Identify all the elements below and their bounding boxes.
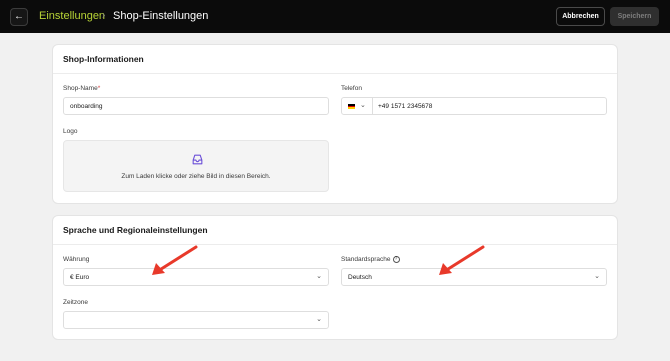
page-title: Shop-Einstellungen	[113, 10, 209, 22]
de-flag-icon[interactable]	[348, 104, 355, 109]
breadcrumb-separator-icon: ›	[102, 10, 106, 21]
phone-field[interactable]: ⌄ +49 1571 2345678	[341, 97, 607, 115]
chevron-down-icon: ⌄	[316, 316, 322, 323]
currency-label: Währung	[63, 256, 90, 263]
top-bar: ← Einstellungen › Shop-Einstellungen Abb…	[0, 0, 670, 33]
regional-settings-title: Sprache und Regionaleinstellungen	[63, 225, 208, 235]
cancel-button[interactable]: Abbrechen	[556, 7, 605, 26]
inbox-tray-icon	[192, 154, 203, 165]
currency-value: € Euro	[70, 274, 90, 281]
timezone-select[interactable]: ⌄	[63, 311, 329, 329]
regional-settings-card: Sprache und Regionaleinstellungen Währun…	[52, 215, 618, 340]
phone-label: Telefon	[341, 85, 362, 92]
shop-name-input[interactable]: onboarding	[63, 97, 329, 115]
save-button[interactable]: Speichern	[610, 7, 659, 26]
required-mark: *	[97, 85, 101, 92]
arrow-left-icon: ←	[14, 11, 24, 22]
divider	[53, 244, 617, 245]
shop-name-label: Shop-Name*	[63, 85, 101, 92]
timezone-label: Zeitzone	[63, 299, 88, 306]
divider	[53, 73, 617, 74]
shop-name-value: onboarding	[70, 103, 103, 110]
question-circle-icon[interactable]: ?	[392, 256, 400, 263]
annotation-arrow-icon	[152, 245, 198, 275]
phone-input[interactable]: +49 1571 2345678	[378, 103, 432, 110]
shop-info-card: Shop-Informationen Shop-Name* onboarding…	[52, 44, 618, 204]
logo-label: Logo	[63, 128, 78, 135]
shop-info-title: Shop-Informationen	[63, 54, 144, 64]
chevron-down-icon: ⌄	[316, 273, 322, 280]
chevron-down-icon[interactable]: ⌄	[360, 101, 366, 109]
chevron-down-icon: ⌄	[594, 273, 600, 280]
breadcrumb-parent-link[interactable]: Einstellungen	[39, 10, 105, 22]
annotation-arrow-icon	[439, 245, 485, 275]
language-value: Deutsch	[348, 274, 372, 281]
default-language-label: Standardsprache?	[341, 256, 400, 263]
dropzone-text: Zum Laden klicke oder ziehe Bild in dies…	[121, 173, 271, 180]
divider	[372, 98, 373, 114]
back-button[interactable]: ←	[10, 8, 28, 26]
logo-dropzone[interactable]: Zum Laden klicke oder ziehe Bild in dies…	[63, 140, 329, 192]
